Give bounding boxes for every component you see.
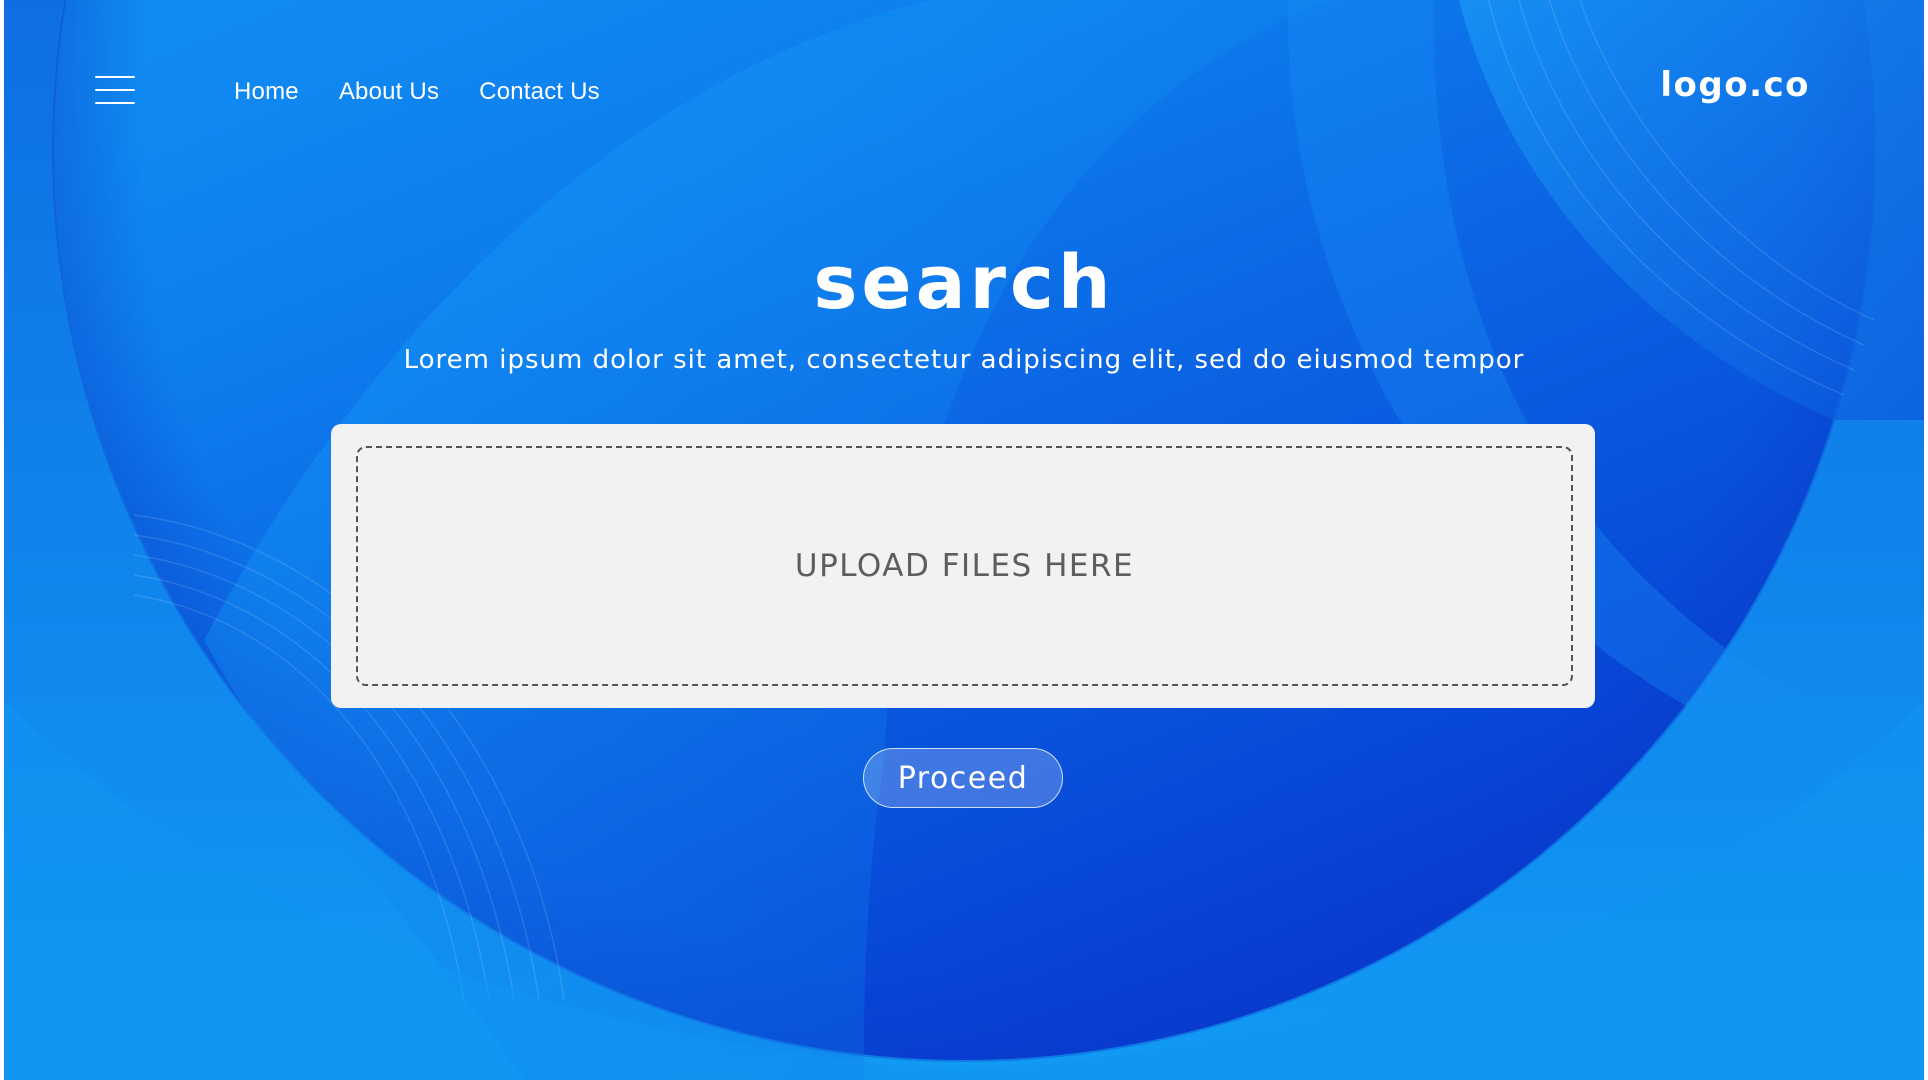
landing-page: Home About Us Contact Us logo.co search …: [4, 0, 1924, 1080]
proceed-button[interactable]: Proceed: [863, 748, 1063, 808]
menu-bar: [95, 89, 135, 91]
hamburger-menu-icon[interactable]: [95, 72, 137, 108]
page-title: search: [813, 240, 1115, 326]
upload-card: UPLOAD FILES HERE: [331, 424, 1595, 708]
menu-bar: [95, 76, 135, 78]
main-nav: Home About Us Contact Us: [234, 78, 600, 106]
logo[interactable]: logo.co: [1660, 65, 1810, 105]
menu-bar: [95, 102, 135, 104]
nav-link-about-us[interactable]: About Us: [339, 78, 439, 106]
upload-label: UPLOAD FILES HERE: [794, 548, 1135, 584]
page-subtitle: Lorem ipsum dolor sit amet, consectetur …: [403, 345, 1525, 375]
nav-link-home[interactable]: Home: [234, 78, 299, 106]
nav-link-contact-us[interactable]: Contact Us: [479, 78, 600, 106]
file-drop-zone[interactable]: UPLOAD FILES HERE: [356, 446, 1573, 686]
